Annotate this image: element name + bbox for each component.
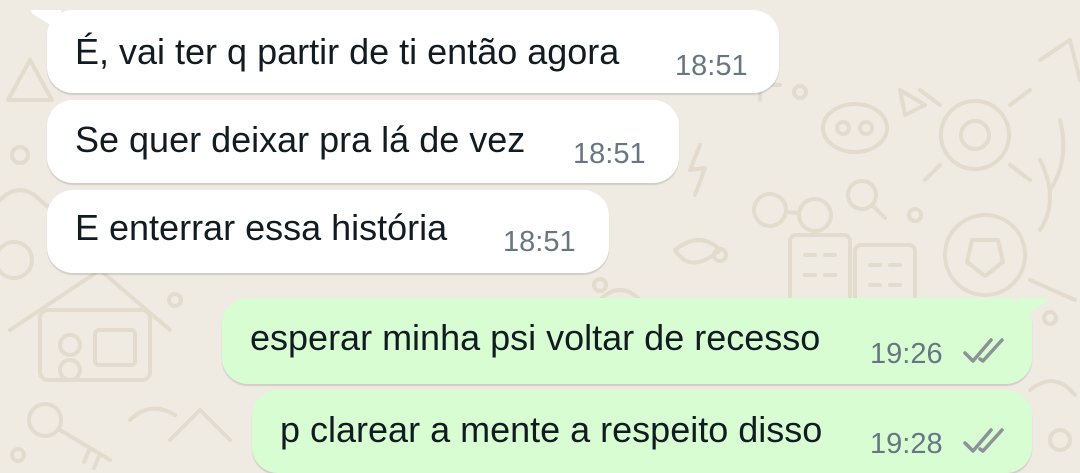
message-timestamp: 18:51 [503,226,576,258]
message-timestamp: 18:51 [675,50,748,82]
message-text: E enterrar essa história [75,207,448,248]
message-timestamp: 19:26 [870,338,943,370]
chat-area[interactable]: É, vai ter q partir de ti então agora 18… [0,0,1080,473]
double-check-icon [963,428,1004,453]
message-bubble-incoming[interactable]: Se quer deixar pra lá de vez 18:51 [47,100,679,183]
message-timestamp: 18:51 [573,138,646,170]
message-text: É, vai ter q partir de ti então agora [75,31,620,72]
message-bubble-incoming[interactable]: E enterrar essa história 18:51 [47,190,609,273]
bubble-tail-incoming [31,10,61,32]
message-bubble-incoming[interactable]: É, vai ter q partir de ti então agora 18… [31,10,779,93]
message-text: p clarear a mente a respeito disso [280,409,823,450]
message-text: Se quer deixar pra lá de vez [75,119,526,160]
message-bubble-outgoing[interactable]: p clarear a mente a respeito disso 19:28 [252,390,1032,473]
message-bubble-outgoing[interactable]: esperar minha psi voltar de recesso 19:2… [222,298,1048,384]
message-timestamp: 19:28 [870,428,943,460]
double-check-icon [963,338,1004,363]
bubble-tail-outgoing [1018,298,1048,320]
message-text: esperar minha psi voltar de recesso [250,317,821,358]
